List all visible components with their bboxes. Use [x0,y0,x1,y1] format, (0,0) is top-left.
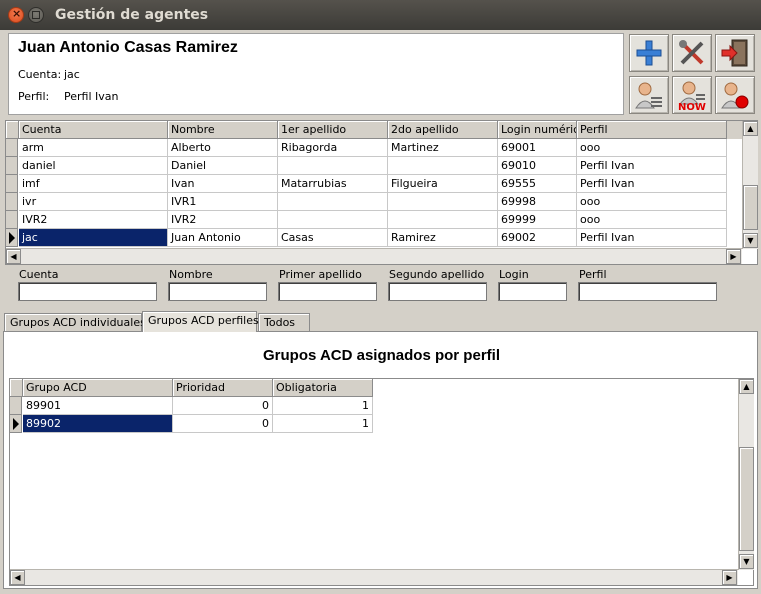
table-row[interactable]: 89901 0 1 [10,397,373,415]
agent-list-icon [635,82,662,109]
current-row-indicator [6,229,18,247]
close-icon: × [12,7,22,20]
acd-groups-table: Grupo ACD Prioridad Obligatoria 89901 0 … [9,378,754,586]
scroll-down-icon[interactable]: ▼ [739,554,754,569]
filter-label-apellido1: Primer apellido [279,268,362,281]
col-prioridad[interactable]: Prioridad [173,379,273,397]
exit-button[interactable] [715,34,755,72]
table-row-selected[interactable]: 89902 0 1 [10,415,373,433]
filter-apellido2-input[interactable] [388,282,487,301]
maximize-window-button[interactable] [28,7,44,23]
table-row[interactable]: daniel Daniel 69010 Perfil Ivan [6,157,727,175]
filter-apellido1-input[interactable] [278,282,377,301]
filter-label-nombre: Nombre [169,268,213,281]
col-apellido2[interactable]: 2do apellido [388,121,498,139]
acd-vertical-scrollbar[interactable]: ▲ ▼ [738,379,754,570]
tab-grupos-acd-individuales[interactable]: Grupos ACD individuales [4,313,146,332]
filter-nombre-input[interactable] [168,282,267,301]
tools-icon [679,40,704,65]
filter-label-cuenta: Cuenta [19,268,59,281]
col-cuenta[interactable]: Cuenta [19,121,168,139]
window-title: Gestión de agentes [55,7,209,23]
scroll-thumb[interactable] [739,447,754,551]
agent-now-button[interactable]: NOW [672,76,712,114]
col-grupo-acd[interactable]: Grupo ACD [23,379,173,397]
agent-record-icon [721,82,749,109]
acd-profile-panel: Grupos ACD asignados por perfil Grupo AC… [3,331,758,589]
scroll-right-icon[interactable]: ▶ [722,570,737,585]
row-indicator-header [6,121,19,139]
now-badge: NOW [678,102,706,110]
filter-label-perfil: Perfil [579,268,607,281]
col-obligatoria[interactable]: Obligatoria [273,379,373,397]
agents-table: Cuenta Nombre 1er apellido 2do apellido … [5,120,758,265]
table-row[interactable]: arm Alberto Ribagorda Martinez 69001 ooo [6,139,727,157]
add-agent-button[interactable] [629,34,669,72]
perfil-label: Perfil: [18,90,50,103]
current-row-indicator [10,415,22,433]
scroll-right-icon[interactable]: ▶ [726,249,741,264]
filter-label-apellido2: Segundo apellido [389,268,485,281]
col-login[interactable]: Login numéric [498,121,577,139]
title-bar: × Gestión de agentes [0,0,761,30]
agent-now-icon: NOW [678,81,706,110]
scroll-left-icon[interactable]: ◀ [6,249,21,264]
table-row-selected[interactable]: jac Juan Antonio Casas Ramirez 69002 Per… [6,229,727,247]
perfil-value: Perfil Ivan [64,90,119,103]
scroll-left-icon[interactable]: ◀ [10,570,25,585]
agents-table-header: Cuenta Nombre 1er apellido 2do apellido … [6,121,742,139]
table-row[interactable]: ivr IVR1 69998 ooo [6,193,727,211]
scroll-down-icon[interactable]: ▼ [743,233,758,248]
scroll-up-icon[interactable]: ▲ [743,121,758,136]
exit-icon [721,39,748,67]
maximize-icon [32,11,40,19]
acd-horizontal-scrollbar[interactable]: ◀ ▶ [10,569,738,585]
filter-login-input[interactable] [498,282,567,301]
agents-vertical-scrollbar[interactable]: ▲ ▼ [742,121,758,249]
col-perfil[interactable]: Perfil [577,121,727,139]
tools-button[interactable] [672,34,712,72]
agents-horizontal-scrollbar[interactable]: ◀ ▶ [6,248,742,264]
table-row[interactable]: imf Ivan Matarrubias Filgueira 69555 Per… [6,175,727,193]
filter-cuenta-input[interactable] [18,282,157,301]
col-apellido1[interactable]: 1er apellido [278,121,388,139]
agent-name: Juan Antonio Casas Ramirez [18,39,238,56]
scroll-thumb[interactable] [743,185,758,230]
row-pointer-icon [13,418,19,430]
panel-title: Grupos ACD asignados por perfil [263,347,500,364]
tab-grupos-acd-perfiles[interactable]: Grupos ACD perfiles [142,311,259,332]
filter-label-login: Login [499,268,529,281]
filter-perfil-input[interactable] [578,282,717,301]
cuenta-value: jac [64,68,80,81]
table-row[interactable]: IVR2 IVR2 69999 ooo [6,211,727,229]
agent-record-button[interactable] [715,76,755,114]
tab-todos[interactable]: Todos [258,313,310,332]
cuenta-label: Cuenta: [18,68,62,81]
row-pointer-icon [9,232,15,244]
scroll-up-icon[interactable]: ▲ [739,379,754,394]
add-icon [636,40,662,66]
acd-table-header: Grupo ACD Prioridad Obligatoria [10,379,373,397]
close-window-button[interactable]: × [8,7,24,23]
agent-header-panel: Juan Antonio Casas Ramirez Cuenta: jac P… [8,33,624,115]
col-nombre[interactable]: Nombre [168,121,278,139]
agent-list-button[interactable] [629,76,669,114]
